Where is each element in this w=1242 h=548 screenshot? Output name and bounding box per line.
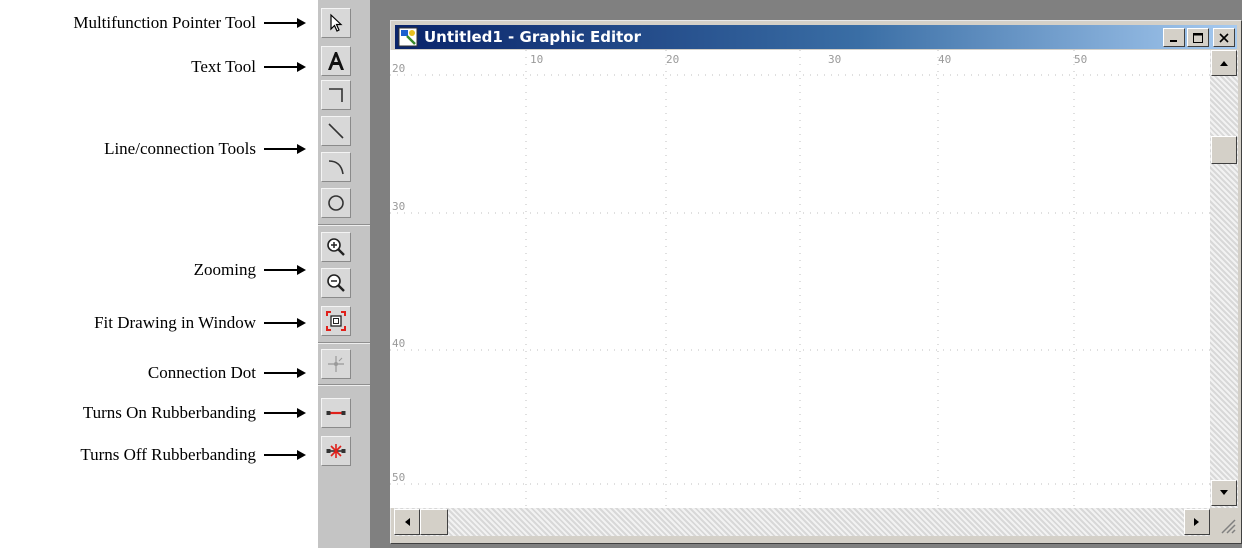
ruler-left-label: 40 [392, 337, 405, 350]
diagonal-line-icon [328, 123, 344, 139]
connection-dot-tool-button[interactable] [321, 349, 351, 379]
annotation-text-tool: Text Tool [191, 57, 306, 77]
zoom-out-tool-button[interactable] [321, 268, 351, 298]
rubberband-off-icon [326, 444, 346, 458]
annotation-label: Fit Drawing in Window [94, 313, 256, 332]
vertical-scrollbar[interactable] [1210, 50, 1238, 508]
arc-line-icon [328, 160, 344, 175]
close-icon [1219, 32, 1229, 43]
annotation-rubberband-on: Turns On Rubberbanding [83, 403, 306, 423]
arrow-right-icon [264, 264, 306, 276]
orthogonal-line-tool-button[interactable] [321, 80, 351, 110]
ruler-top-label: 50 [1074, 53, 1087, 66]
circle-icon [328, 195, 344, 211]
annotation-label: Text Tool [191, 57, 256, 76]
text-a-icon [328, 52, 344, 70]
window-controls [1163, 28, 1235, 47]
annotation-connection-dot: Connection Dot [148, 363, 306, 383]
annotation-panel: Multifunction Pointer Tool Text Tool Lin… [0, 0, 306, 548]
vertical-scroll-thumb[interactable] [1211, 136, 1237, 164]
arrow-right-icon [264, 449, 306, 461]
ruler-left-label: 50 [392, 471, 405, 484]
minimize-icon [1170, 39, 1177, 42]
window-titlebar[interactable]: Untitled1 - Graphic Editor [395, 25, 1237, 49]
ruler-left-label: 20 [392, 62, 405, 75]
rubberband-on-tool-button[interactable] [321, 398, 351, 428]
annotation-rubberband-off: Turns Off Rubberbanding [80, 445, 306, 465]
pointer-arrow-icon [330, 13, 343, 32]
circle-tool-button[interactable] [321, 188, 351, 218]
arrow-down-icon [1220, 490, 1228, 495]
ruler-top-label: 30 [828, 53, 841, 66]
grid-lines [390, 50, 1210, 508]
annotation-label: Multifunction Pointer Tool [73, 13, 256, 32]
arrow-right-icon [1194, 518, 1199, 526]
arrow-right-icon [264, 61, 306, 73]
arrow-right-icon [264, 317, 306, 329]
annotation-zooming: Zooming [194, 260, 306, 280]
annotation-label: Connection Dot [147, 363, 256, 382]
rubberband-on-icon [326, 411, 346, 415]
fit-window-icon [326, 311, 346, 331]
toolbar-separator [318, 384, 370, 386]
connection-dot-icon [328, 356, 344, 372]
resize-grip-icon [1221, 519, 1236, 534]
annotation-line-tools: Line/connection Tools [104, 139, 306, 159]
horizontal-scroll-thumb[interactable] [420, 509, 448, 535]
annotation-label: Zooming [193, 260, 256, 279]
annotation-label: Turns Off Rubberbanding [80, 445, 256, 464]
arrow-up-icon [1220, 61, 1228, 66]
window-title: Untitled1 - Graphic Editor [424, 28, 642, 46]
arrow-right-icon [264, 143, 306, 155]
arrow-right-icon [264, 367, 306, 379]
corner-line-icon [329, 88, 343, 102]
fit-window-tool-button[interactable] [321, 306, 351, 336]
zoom-out-icon [327, 274, 345, 292]
annotation-label: Line/connection Tools [104, 139, 256, 158]
maximize-button[interactable] [1187, 28, 1209, 47]
toolbar-separator [318, 342, 370, 344]
arrow-right-icon [264, 407, 306, 419]
toolbar-separator [318, 224, 370, 226]
annotation-fit-drawing: Fit Drawing in Window [94, 313, 306, 333]
zoom-in-tool-button[interactable] [321, 232, 351, 262]
graphic-editor-app-icon [398, 27, 418, 47]
arrow-left-icon [405, 518, 410, 526]
ruler-top-label: 10 [530, 53, 543, 66]
ruler-top-label: 20 [666, 53, 679, 66]
scroll-down-button[interactable] [1211, 480, 1237, 506]
arrow-right-icon [264, 17, 306, 29]
grid-svg: 10 20 30 40 50 20 30 40 50 [390, 50, 1210, 508]
annotation-pointer-tool: Multifunction Pointer Tool [73, 13, 306, 33]
ruler-top-label: 40 [938, 53, 951, 66]
scroll-up-button[interactable] [1211, 50, 1237, 76]
scroll-left-button[interactable] [394, 509, 420, 535]
pointer-tool-button[interactable] [321, 8, 351, 38]
arc-line-tool-button[interactable] [321, 152, 351, 182]
horizontal-scrollbar[interactable] [394, 508, 1210, 536]
maximize-icon [1193, 32, 1203, 43]
resize-grip[interactable] [1210, 508, 1238, 536]
zoom-in-icon [327, 238, 345, 256]
scroll-right-button[interactable] [1184, 509, 1210, 535]
drawing-canvas[interactable]: 10 20 30 40 50 20 30 40 50 [390, 50, 1210, 508]
text-tool-button[interactable] [321, 46, 351, 76]
rubberband-off-tool-button[interactable] [321, 436, 351, 466]
ruler-left-label: 30 [392, 200, 405, 213]
straight-line-tool-button[interactable] [321, 116, 351, 146]
minimize-button[interactable] [1163, 28, 1185, 47]
tool-palette [318, 0, 370, 548]
close-button[interactable] [1213, 28, 1235, 47]
annotation-label: Turns On Rubberbanding [82, 403, 256, 422]
